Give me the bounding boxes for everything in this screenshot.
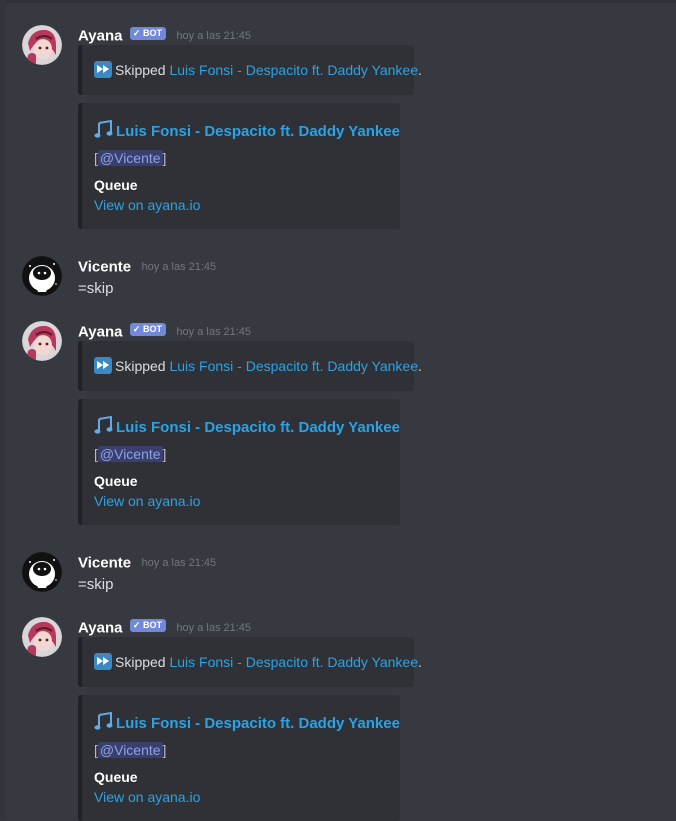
queue-label: Queue	[94, 769, 138, 785]
fast-forward-icon	[94, 61, 112, 78]
now-playing-title-row[interactable]: Luis Fonsi - Despacito ft. Daddy Yankee	[94, 120, 400, 140]
skip-embed: Skipped Luis Fonsi - Despacito ft. Daddy…	[78, 341, 422, 391]
skip-line: Skipped Luis Fonsi - Despacito ft. Daddy…	[94, 653, 422, 670]
musical-notes-icon	[94, 120, 113, 138]
message-header: Ayana ✓ BOT hoy a las 21:45	[78, 619, 251, 637]
author-name[interactable]: Ayana	[78, 27, 122, 44]
skipped-label: Skipped	[115, 62, 166, 78]
message-header: Ayana ✓ BOT hoy a las 21:45	[78, 323, 251, 341]
skip-embed: Skipped Luis Fonsi - Despacito ft. Daddy…	[78, 637, 422, 687]
top-divider	[0, 0, 676, 3]
requester-line: [@Vicente]	[94, 742, 166, 758]
skipped-label: Skipped	[115, 654, 166, 670]
skipped-suffix: .	[417, 654, 422, 670]
requester-line: [@Vicente]	[94, 150, 166, 166]
musical-notes-icon	[94, 712, 113, 730]
skip-line: Skipped Luis Fonsi - Despacito ft. Daddy…	[94, 357, 422, 374]
skip-line: Skipped Luis Fonsi - Despacito ft. Daddy…	[94, 61, 422, 78]
timestamp: hoy a las 21:45	[141, 556, 217, 569]
requester-mention[interactable]: @Vicente	[97, 150, 163, 166]
queue-link[interactable]: View on ayana.io	[94, 493, 200, 509]
vicente-avatar[interactable]	[22, 552, 62, 592]
bracket-close: ]	[162, 742, 167, 758]
ayana-avatar[interactable]	[22, 321, 62, 361]
message-header: Ayana ✓ BOT hoy a las 21:45	[78, 27, 251, 45]
queue-label: Queue	[94, 473, 138, 489]
queue-link[interactable]: View on ayana.io	[94, 789, 200, 805]
now-playing-embed: Luis Fonsi - Despacito ft. Daddy Yankee …	[78, 103, 400, 229]
timestamp: hoy a las 21:45	[176, 325, 252, 338]
message-content: =skip	[78, 576, 114, 593]
song-link[interactable]: Luis Fonsi - Despacito ft. Daddy Yankee	[169, 358, 418, 374]
vicente-avatar[interactable]	[22, 256, 62, 296]
queue-link[interactable]: View on ayana.io	[94, 197, 200, 213]
author-name[interactable]: Vicente	[78, 554, 131, 571]
message-content: =skip	[78, 280, 114, 297]
skip-embed: Skipped Luis Fonsi - Despacito ft. Daddy…	[78, 45, 422, 95]
now-playing-title: Luis Fonsi - Despacito ft. Daddy Yankee	[116, 715, 400, 732]
skipped-suffix: .	[417, 358, 422, 374]
bracket-close: ]	[162, 446, 167, 462]
requester-line: [@Vicente]	[94, 446, 166, 462]
musical-notes-icon	[94, 416, 113, 434]
message-header: Vicente hoy a las 21:45	[78, 258, 216, 276]
bot-badge: ✓ BOT	[129, 323, 166, 337]
ayana-avatar[interactable]	[22, 25, 62, 65]
bot-badge: ✓ BOT	[129, 619, 166, 633]
bot-badge: ✓ BOT	[129, 27, 166, 41]
bracket-close: ]	[162, 150, 167, 166]
now-playing-embed: Luis Fonsi - Despacito ft. Daddy Yankee …	[78, 695, 400, 821]
timestamp: hoy a las 21:45	[141, 260, 217, 273]
requester-mention[interactable]: @Vicente	[97, 742, 163, 758]
skipped-suffix: .	[417, 62, 422, 78]
skipped-label: Skipped	[115, 358, 166, 374]
fast-forward-icon	[94, 653, 112, 670]
fast-forward-icon	[94, 357, 112, 374]
author-name[interactable]: Ayana	[78, 323, 122, 340]
message-header: Vicente hoy a las 21:45	[78, 554, 216, 572]
author-name[interactable]: Ayana	[78, 619, 122, 636]
queue-label: Queue	[94, 177, 138, 193]
left-gutter	[0, 0, 6, 820]
author-name[interactable]: Vicente	[78, 258, 131, 275]
now-playing-title-row[interactable]: Luis Fonsi - Despacito ft. Daddy Yankee	[94, 712, 400, 732]
now-playing-title: Luis Fonsi - Despacito ft. Daddy Yankee	[116, 123, 400, 140]
ayana-avatar[interactable]	[22, 617, 62, 657]
now-playing-embed: Luis Fonsi - Despacito ft. Daddy Yankee …	[78, 399, 400, 525]
timestamp: hoy a las 21:45	[176, 29, 252, 42]
now-playing-title-row[interactable]: Luis Fonsi - Despacito ft. Daddy Yankee	[94, 416, 400, 436]
now-playing-title: Luis Fonsi - Despacito ft. Daddy Yankee	[116, 419, 400, 436]
song-link[interactable]: Luis Fonsi - Despacito ft. Daddy Yankee	[169, 62, 418, 78]
requester-mention[interactable]: @Vicente	[97, 446, 163, 462]
song-link[interactable]: Luis Fonsi - Despacito ft. Daddy Yankee	[169, 654, 418, 670]
timestamp: hoy a las 21:45	[176, 621, 252, 634]
